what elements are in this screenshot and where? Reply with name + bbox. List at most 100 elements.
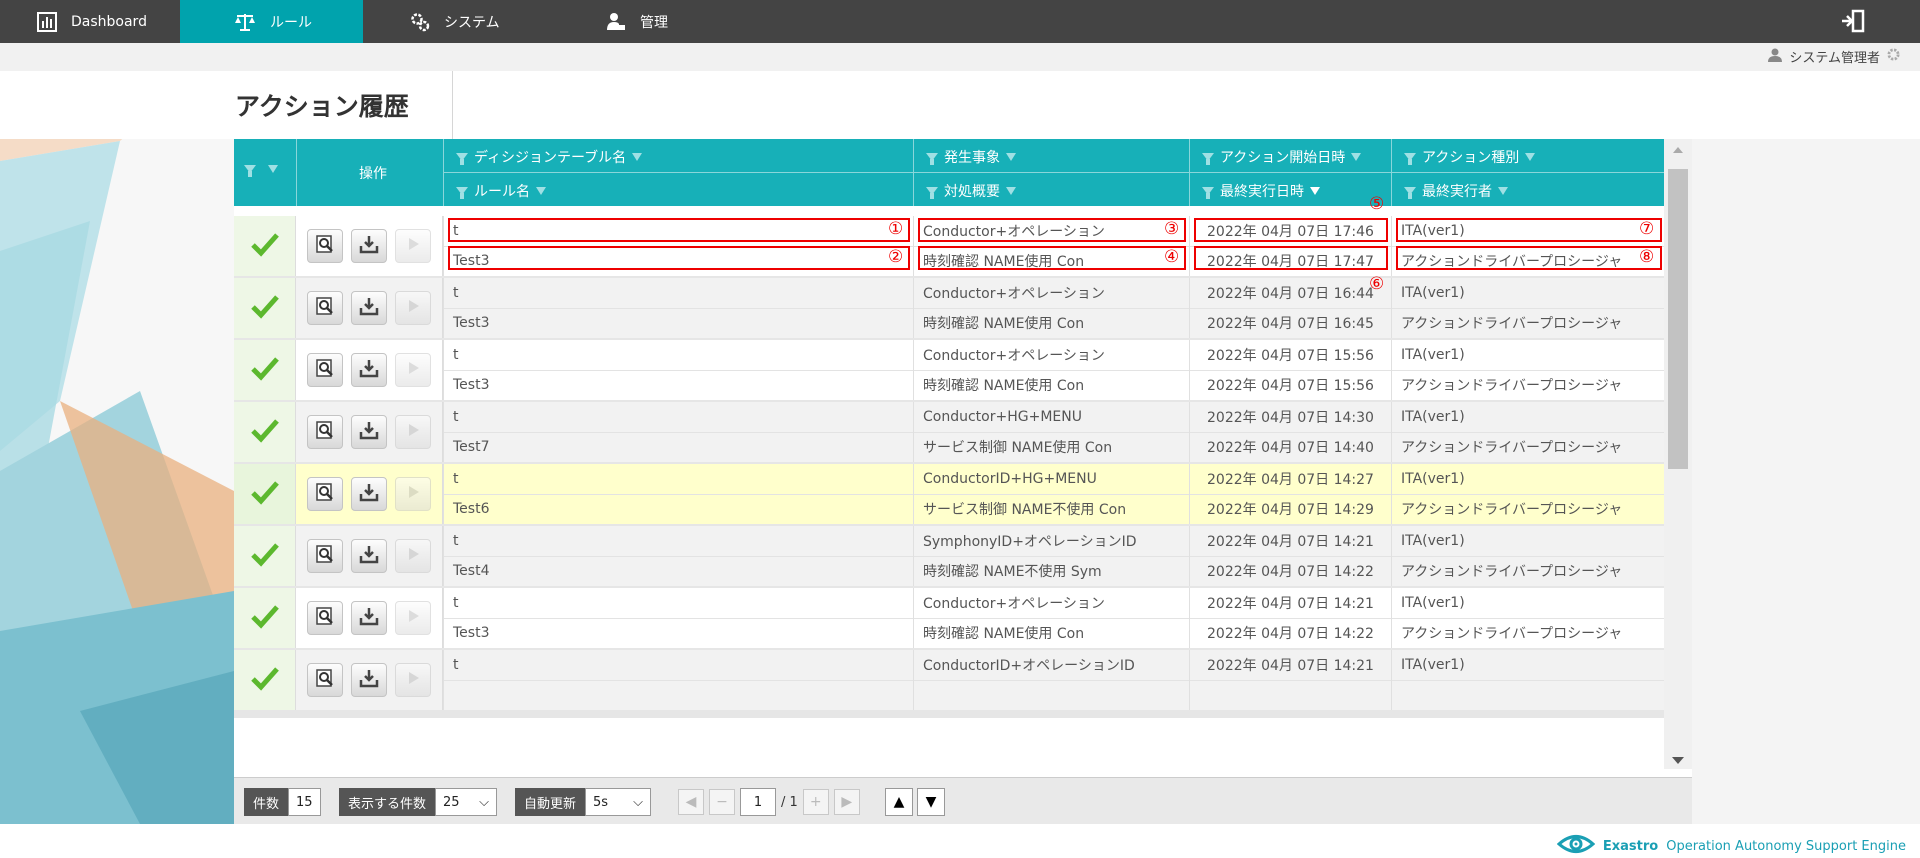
header-action-start[interactable]: アクション開始日時 [1202,147,1362,167]
cell-decision-table: t [443,526,913,556]
page-title: アクション履歴 [235,92,409,121]
download-icon [359,420,379,444]
next-page-button[interactable]: + [802,789,829,815]
filter-icon [1202,153,1214,165]
nav-dashboard-label: Dashboard [71,13,147,30]
scrollbar-thumb[interactable] [1668,169,1688,469]
cell-executor: アクションドライバープロシージャ [1391,370,1664,400]
download-button[interactable] [351,663,387,697]
nav-rules[interactable]: ルール [180,0,363,43]
rerun-button[interactable] [395,601,431,635]
nav-admin[interactable]: 管理 [606,0,726,43]
rerun-button[interactable] [395,663,431,697]
download-button[interactable] [351,539,387,573]
logout-icon[interactable] [1840,9,1866,37]
rerun-button[interactable] [395,291,431,325]
cell-type: ITA(ver1) [1391,526,1664,556]
download-button[interactable] [351,601,387,635]
user-lock-icon [606,12,626,32]
rerun-button[interactable] [395,539,431,573]
view-details-button[interactable] [307,477,343,511]
cell-start: 2022年 04月 07日 14:30 [1189,402,1391,432]
header-last-exec[interactable]: 最終実行日時 [1202,181,1320,201]
annotation-7: ⑦ [1639,219,1655,239]
header-handling[interactable]: 対処概要 [926,181,1016,201]
count-box: 件数 15 [244,788,321,816]
check-icon [250,665,280,695]
nav-dashboard[interactable]: Dashboard [37,0,177,43]
download-button[interactable] [351,477,387,511]
header-last-executor[interactable]: 最終実行者 [1404,181,1508,201]
row-actions [296,464,443,524]
magnifier-icon [315,296,335,320]
prev-page-button[interactable]: − [709,789,735,815]
cell-start: 2022年 04月 07日 15:56 [1189,340,1391,370]
row-actions [296,650,443,710]
view-details-button[interactable] [307,353,343,387]
title-divider [452,71,453,139]
header-action-type[interactable]: アクション種別 [1404,147,1536,167]
check-icon [250,231,280,261]
cell-rule [443,680,913,710]
cell-rule: Test3 [443,370,913,400]
gear-icon[interactable] [1887,48,1900,65]
table-footer: 件数 15 表示する件数 25 ⌵ 自動更新 5s ⌵ ◀ − 1 / 1 + ▶ … [234,777,1692,824]
annotation-2: ② [888,247,904,267]
header-rule-name[interactable]: ルール名 [456,181,546,201]
play-icon [404,421,422,443]
download-button[interactable] [351,415,387,449]
download-button[interactable] [351,291,387,325]
view-details-button[interactable] [307,663,343,697]
cell-executor: アクションドライバープロシージャ [1391,618,1664,648]
nav-rules-label: ルール [270,14,312,31]
cell-rule: Test3 [443,308,913,338]
exastro-logo-icon [1556,833,1596,858]
rerun-button[interactable] [395,353,431,387]
nav-system-label: システム [444,14,500,31]
filter-icon [1404,153,1416,165]
last-page-button[interactable]: ▶ [833,789,860,815]
rerun-button[interactable] [395,415,431,449]
dashboard-icon [37,11,57,32]
download-button[interactable] [351,229,387,263]
total-pages: / 1 [781,794,798,810]
view-details-button[interactable] [307,539,343,573]
cell-start: 2022年 04月 07日 14:21 [1189,526,1391,556]
page-input[interactable]: 1 [740,788,776,816]
cell-handling: 時刻確認 NAME使用 Con [913,308,1189,338]
view-details-button[interactable] [307,229,343,263]
download-icon [359,358,379,382]
row-filter-toggle[interactable] [244,165,278,177]
row-actions [296,278,443,338]
check-icon [250,417,280,447]
row-actions [296,588,443,648]
scroll-top-button[interactable]: ▲ [885,788,913,816]
annotation-4: ④ [1164,247,1180,267]
cell-decision-table: t [443,278,913,308]
nav-system[interactable]: システム [410,0,540,43]
auto-refresh-select[interactable]: 自動更新 5s ⌵ [515,788,652,816]
cell-rule: Test6 [443,494,913,524]
table-row: t Test3 Conductor+オペレーション 時刻確認 NAME使用 Con 20… [234,588,1664,656]
view-details-button[interactable] [307,601,343,635]
download-button[interactable] [351,353,387,387]
filter-icon [926,153,938,165]
cell-executor: アクションドライバープロシージャ [1391,432,1664,462]
check-icon [250,293,280,323]
nav-admin-label: 管理 [640,14,668,31]
rerun-button[interactable] [395,229,431,263]
rerun-button[interactable] [395,477,431,511]
header-decision-table[interactable]: ディシジョンテーブル名 [456,147,643,167]
view-details-button[interactable] [307,291,343,325]
cell-event: Conductor+HG+MENU [913,402,1189,432]
user-menu[interactable]: システム管理者 [1768,47,1900,66]
sort-icon [536,187,546,195]
check-icon [250,541,280,571]
first-page-button[interactable]: ◀ [678,789,704,815]
cell-executor: アクションドライバープロシージャ [1391,556,1664,586]
header-event[interactable]: 発生事象 [926,147,1016,167]
view-details-button[interactable] [307,415,343,449]
success-status [234,526,296,586]
per-page-select[interactable]: 表示する件数 25 ⌵ [339,788,498,816]
scroll-bottom-button[interactable]: ▼ [917,788,945,816]
